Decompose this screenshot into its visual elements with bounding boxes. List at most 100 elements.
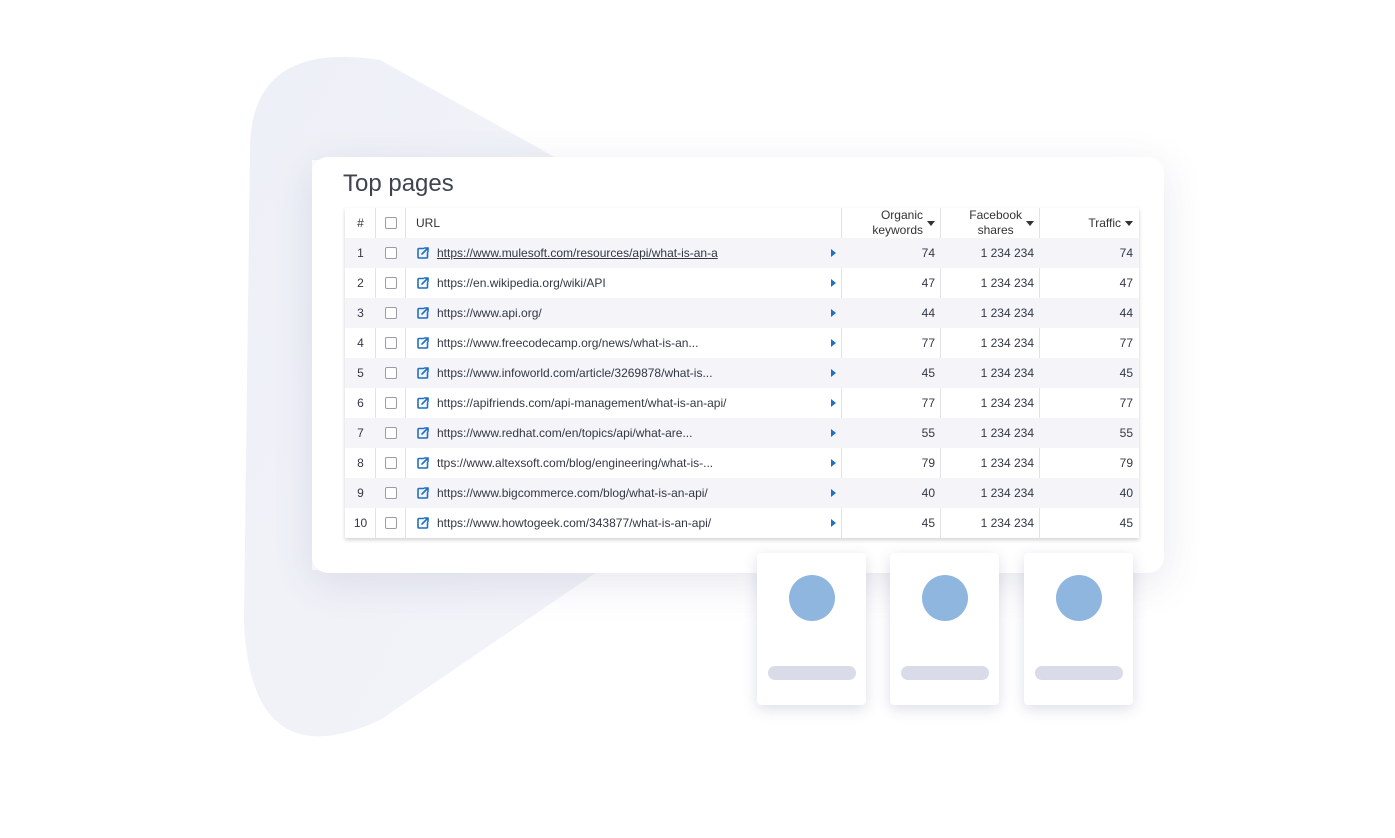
row-checkbox[interactable] [385, 517, 397, 529]
row-number: 6 [357, 396, 364, 410]
table-row[interactable]: 10 https://www.howtogeek.com/343877/what-… [345, 508, 1139, 538]
table-row[interactable]: 9 https://www.bigcommerce.com/blog/what-i… [345, 478, 1139, 508]
external-link-icon[interactable] [416, 516, 430, 530]
table-row[interactable]: 5 https://www.infoworld.com/article/32698… [345, 358, 1139, 388]
sort-caret-icon[interactable] [1026, 220, 1034, 226]
external-link-icon[interactable] [416, 396, 430, 410]
row-checkbox-cell[interactable] [376, 397, 406, 409]
url-link[interactable]: https://www.api.org/ [437, 306, 831, 320]
panel-title: Top pages [343, 170, 454, 197]
row-checkbox[interactable] [385, 457, 397, 469]
table-row[interactable]: 3 https://www.api.org/44 1 234 234 44 [345, 298, 1139, 328]
url-link[interactable]: https://www.bigcommerce.com/blog/what-is… [437, 486, 831, 500]
header-facebook-shares[interactable]: Facebook shares [941, 208, 1040, 238]
expand-arrow-icon[interactable] [831, 519, 836, 527]
header-number: # [357, 216, 364, 230]
expand-arrow-icon[interactable] [831, 489, 836, 497]
expand-arrow-icon[interactable] [831, 309, 836, 317]
traffic-value: 77 [1119, 396, 1133, 410]
row-checkbox[interactable] [385, 247, 397, 259]
external-link-icon[interactable] [416, 336, 430, 350]
url-link[interactable]: https://www.freecodecamp.org/news/what-i… [437, 336, 831, 350]
table-row[interactable]: 6 https://apifriends.com/api-management/w… [345, 388, 1139, 418]
sort-caret-icon[interactable] [927, 220, 935, 226]
url-link[interactable]: https://en.wikipedia.org/wiki/API [437, 276, 831, 290]
row-checkbox[interactable] [385, 277, 397, 289]
row-checkbox-cell[interactable] [376, 517, 406, 529]
row-checkbox-cell[interactable] [376, 307, 406, 319]
expand-arrow-icon[interactable] [831, 369, 836, 377]
url-cell[interactable]: https://en.wikipedia.org/wiki/API [406, 276, 842, 290]
select-all-checkbox[interactable] [385, 217, 397, 229]
profile-card[interactable] [757, 553, 866, 705]
table-row[interactable]: 8 ttps://www.altexsoft.com/blog/engineeri… [345, 448, 1139, 478]
name-placeholder-bar [768, 666, 856, 680]
url-link[interactable]: https://www.mulesoft.com/resources/api/w… [437, 246, 831, 260]
row-checkbox-cell[interactable] [376, 247, 406, 259]
expand-arrow-icon[interactable] [831, 339, 836, 347]
url-link[interactable]: https://www.redhat.com/en/topics/api/wha… [437, 426, 831, 440]
profile-card[interactable] [890, 553, 999, 705]
row-checkbox[interactable] [385, 307, 397, 319]
url-link[interactable]: ttps://www.altexsoft.com/blog/engineerin… [437, 456, 831, 470]
external-link-icon[interactable] [416, 456, 430, 470]
row-checkbox-cell[interactable] [376, 367, 406, 379]
url-cell[interactable]: ttps://www.altexsoft.com/blog/engineerin… [406, 456, 842, 470]
traffic-value: 55 [1119, 426, 1133, 440]
top-pages-table: # URL Organic keywords Facebook shares Tra… [345, 208, 1139, 538]
top-pages-panel: Top pages # URL Organic keywords Facebook… [312, 157, 1164, 573]
expand-arrow-icon[interactable] [831, 249, 836, 257]
row-checkbox-cell[interactable] [376, 427, 406, 439]
traffic-value: 45 [1119, 516, 1133, 530]
facebook-shares-value: 1 234 234 [980, 426, 1034, 440]
table-row[interactable]: 1 https://www.mulesoft.com/resources/api/… [345, 238, 1139, 268]
row-number: 8 [357, 456, 364, 470]
table-row[interactable]: 7 https://www.redhat.com/en/topics/api/wh… [345, 418, 1139, 448]
table-row[interactable]: 2 https://en.wikipedia.org/wiki/API 47 1 23… [345, 268, 1139, 298]
url-link[interactable]: https://apifriends.com/api-management/wh… [437, 396, 831, 410]
header-keywords-line2: keywords [872, 223, 923, 237]
row-checkbox[interactable] [385, 487, 397, 499]
traffic-value: 79 [1119, 456, 1133, 470]
url-cell[interactable]: https://www.redhat.com/en/topics/api/wha… [406, 426, 842, 440]
url-cell[interactable]: https://www.mulesoft.com/resources/api/w… [406, 246, 842, 260]
header-select-all[interactable] [376, 217, 406, 229]
url-cell[interactable]: https://apifriends.com/api-management/wh… [406, 396, 842, 410]
row-checkbox[interactable] [385, 337, 397, 349]
header-traffic[interactable]: Traffic [1040, 216, 1139, 231]
external-link-icon[interactable] [416, 306, 430, 320]
expand-arrow-icon[interactable] [831, 399, 836, 407]
expand-arrow-icon[interactable] [831, 459, 836, 467]
facebook-shares-value: 1 234 234 [980, 456, 1034, 470]
header-shares-line1: Facebook [969, 208, 1022, 222]
organic-keywords-value: 40 [921, 486, 935, 500]
sort-caret-icon[interactable] [1125, 220, 1133, 226]
table-row[interactable]: 4 https://www.freecodecamp.org/news/what-… [345, 328, 1139, 358]
url-cell[interactable]: https://www.bigcommerce.com/blog/what-is… [406, 486, 842, 500]
row-checkbox[interactable] [385, 427, 397, 439]
row-checkbox-cell[interactable] [376, 277, 406, 289]
facebook-shares-value: 1 234 234 [980, 246, 1034, 260]
header-organic-keywords[interactable]: Organic keywords [842, 208, 941, 238]
row-checkbox-cell[interactable] [376, 337, 406, 349]
url-cell[interactable]: https://www.infoworld.com/article/326987… [406, 366, 842, 380]
url-cell[interactable]: https://www.freecodecamp.org/news/what-i… [406, 336, 842, 350]
url-cell[interactable]: https://www.api.org/ [406, 306, 842, 320]
url-link[interactable]: https://www.infoworld.com/article/326987… [437, 366, 831, 380]
url-cell[interactable]: https://www.howtogeek.com/343877/what-is… [406, 516, 842, 530]
row-checkbox-cell[interactable] [376, 457, 406, 469]
url-link[interactable]: https://www.howtogeek.com/343877/what-is… [437, 516, 831, 530]
external-link-icon[interactable] [416, 366, 430, 380]
row-checkbox[interactable] [385, 367, 397, 379]
expand-arrow-icon[interactable] [831, 279, 836, 287]
external-link-icon[interactable] [416, 486, 430, 500]
external-link-icon[interactable] [416, 246, 430, 260]
row-checkbox[interactable] [385, 397, 397, 409]
expand-arrow-icon[interactable] [831, 429, 836, 437]
row-checkbox-cell[interactable] [376, 487, 406, 499]
organic-keywords-value: 55 [921, 426, 935, 440]
profile-card[interactable] [1024, 553, 1133, 705]
external-link-icon[interactable] [416, 276, 430, 290]
external-link-icon[interactable] [416, 426, 430, 440]
organic-keywords-value: 45 [921, 366, 935, 380]
